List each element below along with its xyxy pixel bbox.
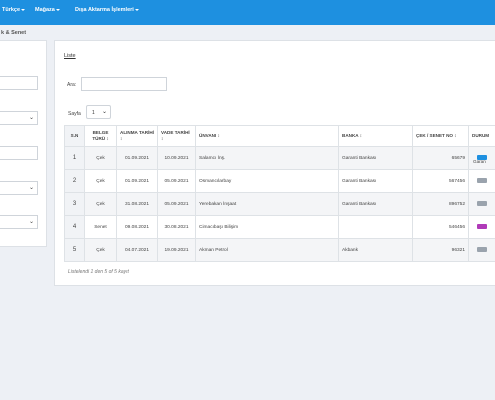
- nav-item-store[interactable]: Mağaza: [35, 7, 60, 13]
- chevron-down-icon: ⌄: [28, 219, 34, 225]
- col-header-belge-turu[interactable]: BELGE TÜRÜ ↕: [84, 125, 117, 147]
- col-header-sn[interactable]: S.N: [64, 125, 85, 147]
- cell-sn: 5: [64, 238, 85, 262]
- cell-alinma-tarihi: 04.07.2021: [116, 238, 158, 262]
- page-size-label: Sayfa: [68, 111, 81, 117]
- cell-belge-turu: Çek: [84, 192, 117, 216]
- pagination-info: Listelendi 1 den 5 of 5 kayıt: [68, 269, 129, 275]
- cell-alinma-tarihi: 01.09.2021: [116, 169, 158, 193]
- search-input[interactable]: [81, 77, 167, 91]
- cell-banka: Akbank: [338, 238, 413, 262]
- col-header-vade-tarihi[interactable]: VADE TARİHİ ↕: [157, 125, 196, 147]
- cell-durum: [468, 169, 495, 193]
- status-badge[interactable]: [477, 200, 487, 206]
- cell-cek-senet-no: 96321: [412, 238, 469, 262]
- nav-item-language[interactable]: Türkçe: [2, 7, 26, 13]
- cell-vade-tarihi: 05.09.2021: [157, 169, 196, 193]
- col-header-unvani[interactable]: ÜNVANI ↕: [195, 125, 339, 147]
- filter-select-1[interactable]: ⌄: [0, 111, 38, 125]
- filter-panel: ⌄ ⌄ ⌄: [0, 40, 47, 247]
- cell-belge-turu: Çek: [84, 169, 117, 193]
- search-label: Ara:: [67, 82, 77, 88]
- cell-cek-senet-no: 65679: [412, 146, 469, 170]
- cell-sn: 4: [64, 215, 85, 239]
- cell-cek-senet-no: 567456: [412, 169, 469, 193]
- table-row[interactable]: 2 Çek 01.09.2021 05.09.2021 Osmancılarba…: [64, 169, 495, 193]
- cell-vade-tarihi: 30.08.2021: [157, 215, 196, 239]
- chevron-down-icon: ⌄: [28, 185, 34, 191]
- col-header-cek-senet-no[interactable]: ÇEK / SENET NO ↕: [412, 125, 469, 147]
- cell-vade-tarihi: 19.09.2021: [157, 238, 196, 262]
- chevron-down-icon: ⌄: [101, 109, 107, 115]
- page-size-select[interactable]: 1 ⌄: [86, 105, 111, 119]
- cell-banka: [338, 215, 413, 239]
- cell-cek-senet-no: 546456: [412, 215, 469, 239]
- cell-unvani: Osmancılarbay: [195, 169, 339, 193]
- table-header-row: S.N BELGE TÜRÜ ↕ ALINMA TARİHİ ↕ VADE TA…: [64, 125, 495, 147]
- status-badge[interactable]: [477, 246, 487, 252]
- filter-input-2[interactable]: [0, 146, 38, 160]
- caret-down-icon: [21, 8, 26, 11]
- cell-unvani: Akman Petrol: [195, 238, 339, 262]
- cell-sn: 1: [64, 146, 85, 170]
- col-header-alinma-tarihi[interactable]: ALINMA TARİHİ ↕: [116, 125, 158, 147]
- nav-item-export[interactable]: Dışa Aktarma İşlemleri: [75, 7, 139, 13]
- cell-alinma-tarihi: 01.09.2021: [116, 146, 158, 170]
- records-table: S.N BELGE TÜRÜ ↕ ALINMA TARİHİ ↕ VADE TA…: [64, 125, 495, 262]
- status-sub-label: Garan: [473, 159, 486, 164]
- table-row[interactable]: 4 Senet 09.08.2021 30.08.2021 Cimacıbaşı…: [64, 215, 495, 239]
- liste-link[interactable]: Liste: [64, 53, 76, 59]
- cell-vade-tarihi: 05.09.2021: [157, 192, 196, 216]
- cell-durum: Garan: [468, 146, 495, 170]
- cell-belge-turu: Çek: [84, 146, 117, 170]
- filter-input-1[interactable]: [0, 76, 38, 90]
- status-badge[interactable]: [477, 223, 487, 229]
- cell-banka: Garanti Bankası: [338, 192, 413, 216]
- chevron-down-icon: ⌄: [28, 115, 34, 121]
- top-navbar: Türkçe Mağaza Dışa Aktarma İşlemleri: [0, 0, 495, 25]
- cell-belge-turu: Çek: [84, 238, 117, 262]
- list-card: Liste Ara: Sayfa 1 ⌄ S.N BELGE TÜRÜ ↕ AL…: [54, 40, 495, 286]
- col-header-banka[interactable]: BANKA ↕: [338, 125, 413, 147]
- table-row[interactable]: 3 Çek 31.08.2021 05.09.2021 Yerebakan İn…: [64, 192, 495, 216]
- cell-unvani: Cimacıbaşı Bilişim: [195, 215, 339, 239]
- cell-unvani: Salamcı İnş.: [195, 146, 339, 170]
- cell-unvani: Yerebakan İnşaat: [195, 192, 339, 216]
- table-row[interactable]: 1 Çek 01.09.2021 10.09.2021 Salamcı İnş.…: [64, 146, 495, 170]
- cell-alinma-tarihi: 31.08.2021: [116, 192, 158, 216]
- col-header-durum[interactable]: DURUM: [468, 125, 495, 147]
- filter-select-3[interactable]: ⌄: [0, 215, 38, 229]
- cell-sn: 2: [64, 169, 85, 193]
- caret-down-icon: [134, 8, 139, 11]
- cell-banka: Garanti Bankası: [338, 146, 413, 170]
- cell-durum: [468, 215, 495, 239]
- caret-down-icon: [55, 8, 60, 11]
- cell-durum: [468, 238, 495, 262]
- breadcrumb: k & Senet: [1, 30, 27, 36]
- page-size-value: 1: [92, 110, 95, 116]
- cell-vade-tarihi: 10.09.2021: [157, 146, 196, 170]
- cell-banka: Garanti Bankası: [338, 169, 413, 193]
- cell-alinma-tarihi: 09.08.2021: [116, 215, 158, 239]
- cell-durum: [468, 192, 495, 216]
- cell-belge-turu: Senet: [84, 215, 117, 239]
- cell-sn: 3: [64, 192, 85, 216]
- filter-select-2[interactable]: ⌄: [0, 181, 38, 195]
- status-badge[interactable]: [477, 177, 487, 183]
- cell-cek-senet-no: 896752: [412, 192, 469, 216]
- table-row[interactable]: 5 Çek 04.07.2021 19.09.2021 Akman Petrol…: [64, 238, 495, 262]
